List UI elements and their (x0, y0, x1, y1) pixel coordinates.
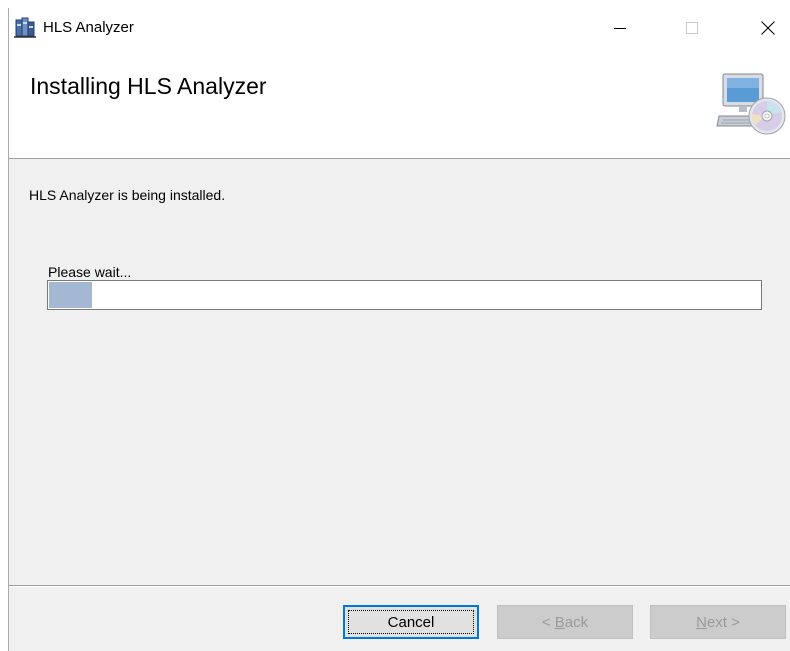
back-button-prefix: < (541, 613, 555, 631)
install-status-text: HLS Analyzer is being installed. (29, 187, 226, 203)
title-bar[interactable]: HLS Analyzer (9, 8, 790, 48)
back-button[interactable]: < Back (497, 605, 633, 639)
maximize-button[interactable] (669, 8, 715, 48)
maximize-icon (686, 22, 698, 34)
back-button-rest: ack (564, 613, 589, 631)
close-icon (761, 21, 775, 35)
minimize-button[interactable] (597, 8, 643, 48)
minimize-icon (614, 28, 626, 29)
next-button-rest: ext > (706, 613, 740, 631)
footer-divider (9, 585, 790, 587)
window-title: HLS Analyzer (43, 19, 134, 36)
progress-fill (49, 282, 92, 308)
focus-indicator (348, 610, 474, 634)
install-progress-bar (47, 280, 762, 310)
computer-with-disc-icon (715, 68, 787, 140)
cancel-button[interactable]: Cancel (343, 605, 479, 639)
next-button-accel: N (696, 613, 707, 631)
page-title: Installing HLS Analyzer (30, 73, 267, 99)
close-button[interactable] (745, 8, 790, 48)
installer-app-icon (14, 16, 36, 38)
next-button[interactable]: Next > (650, 605, 786, 639)
header-banner: Installing HLS Analyzer (9, 48, 790, 159)
back-button-accel: B (554, 613, 565, 631)
installer-window: HLS Analyzer Installing HLS Analyzer HLS… (8, 8, 790, 651)
please-wait-label: Please wait... (48, 264, 132, 280)
